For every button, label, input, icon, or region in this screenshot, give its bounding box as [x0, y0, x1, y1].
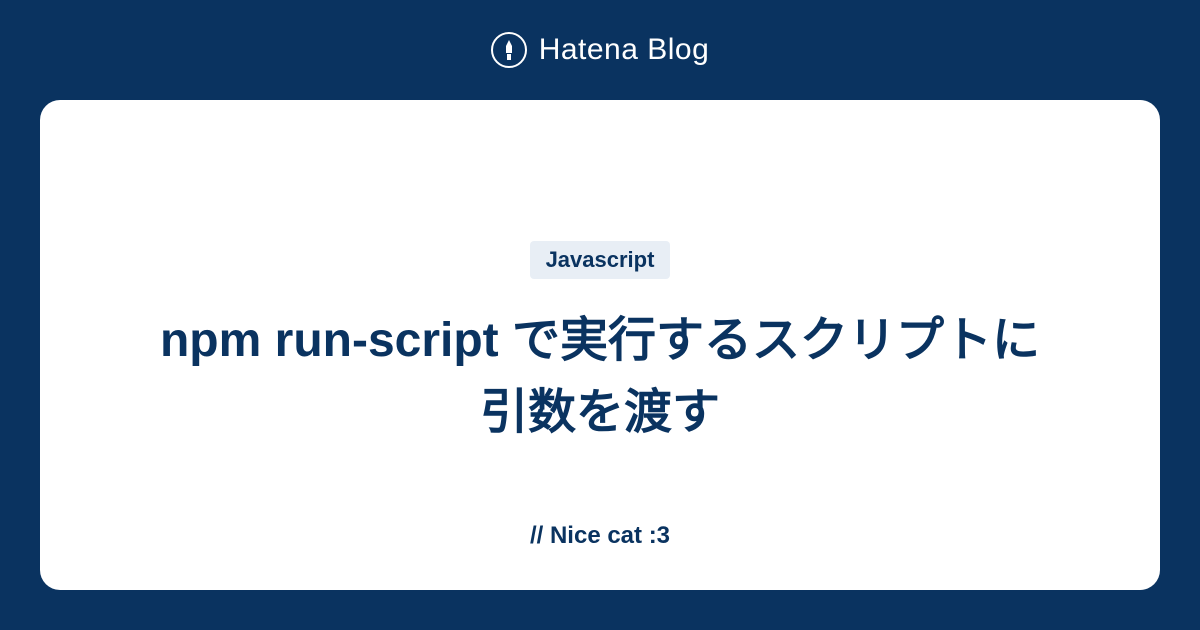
brand-name: Hatena Blog: [539, 33, 710, 67]
category-tag: Javascript: [530, 241, 671, 279]
article-card: Javascript npm run-script で実行するスクリプトに引数を…: [40, 100, 1160, 590]
hatena-logo-icon: [491, 32, 527, 68]
article-title: npm run-script で実行するスクリプトに引数を渡す: [150, 305, 1050, 449]
header: Hatena Blog: [491, 0, 710, 100]
blog-name: // Nice cat :3: [530, 522, 670, 550]
